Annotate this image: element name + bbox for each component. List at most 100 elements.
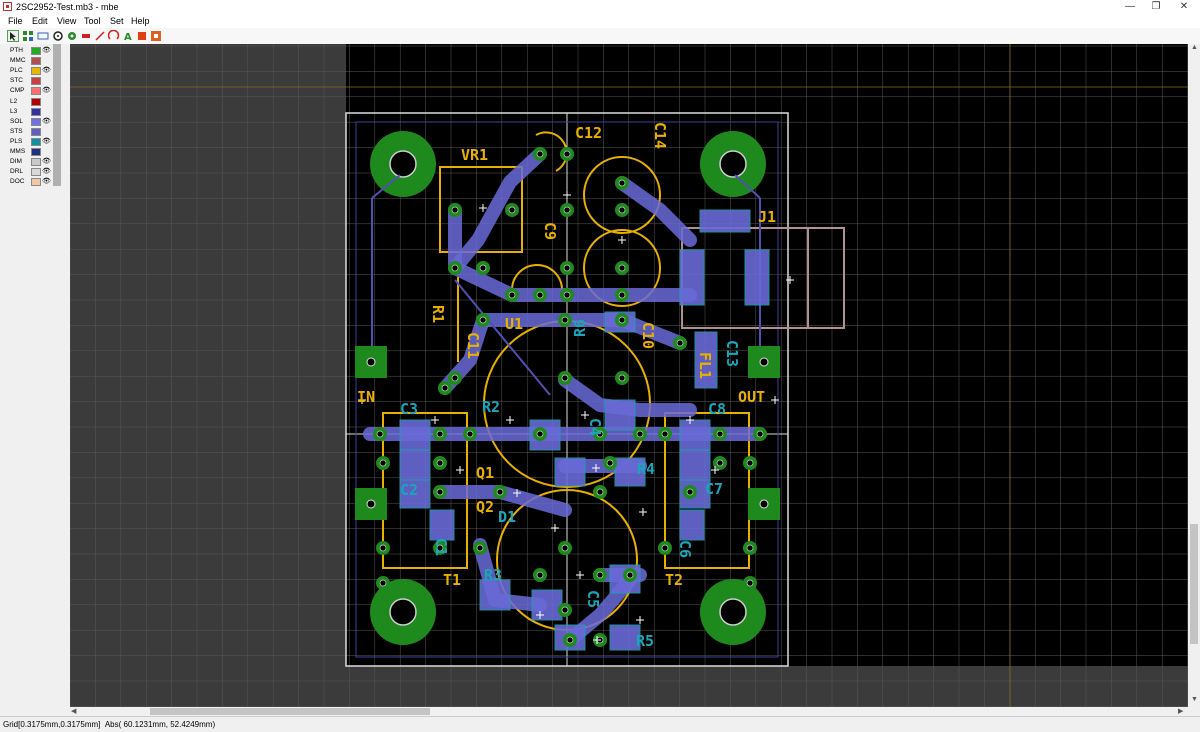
smd-pad (744, 249, 770, 306)
through-hole-pad (451, 206, 459, 214)
line-icon[interactable] (94, 30, 106, 42)
component-label: D1 (498, 508, 516, 526)
through-hole-pad (596, 488, 604, 496)
layer-name: MMC (10, 57, 26, 65)
text-icon[interactable]: A (122, 30, 134, 43)
via-icon[interactable] (66, 30, 78, 42)
layer-color-swatch[interactable] (31, 107, 41, 116)
component-label: OUT (738, 388, 765, 406)
through-hole-pad (476, 544, 484, 552)
part-icon[interactable] (150, 30, 162, 42)
through-hole-pad (376, 430, 384, 438)
eye-off-icon[interactable] (42, 97, 51, 107)
through-hole-pad (479, 316, 487, 324)
layer-name: CMP (10, 87, 25, 95)
layer-color-swatch[interactable] (31, 87, 41, 96)
eye-off-icon[interactable] (42, 147, 51, 157)
component-label: Q2 (476, 498, 494, 516)
through-hole-pad (379, 544, 387, 552)
through-hole-pad (618, 374, 626, 382)
menu-set[interactable]: Set (110, 16, 124, 26)
component-label: C6 (676, 540, 694, 558)
pcb-canvas[interactable]: VR1 C12 C14 J1 C9 R1 U1 C11 C10 FL1 C13 R6 IN OUT C3 R2… (69, 44, 1188, 707)
layer-name: SOL (10, 117, 24, 125)
arc-icon[interactable] (107, 29, 120, 42)
eye-icon[interactable]: 👁 (42, 157, 51, 167)
through-hole-pad (716, 459, 724, 467)
restore-button[interactable]: ❐ (1142, 0, 1170, 14)
eye-icon[interactable]: 👁 (42, 177, 51, 187)
menu-view[interactable]: View (57, 16, 76, 26)
scroll-up-icon[interactable]: ▲ (1191, 44, 1198, 51)
layer-name: DIM (10, 158, 22, 166)
through-hole-pad (561, 374, 569, 382)
layer-color-swatch[interactable] (31, 148, 41, 156)
minimize-button[interactable]: — (1116, 0, 1144, 14)
through-hole-pad (441, 384, 449, 392)
layer-color-swatch[interactable] (31, 168, 41, 177)
close-button[interactable]: ✕ (1170, 0, 1198, 14)
board-icon[interactable] (37, 30, 49, 42)
through-hole-pad (596, 571, 604, 579)
component-label: IN (357, 388, 375, 406)
eye-icon[interactable]: 👁 (42, 46, 51, 56)
fill-icon[interactable] (136, 30, 148, 42)
menu-file[interactable]: File (8, 16, 23, 26)
through-hole-pad (536, 430, 544, 438)
through-hole-pad (536, 150, 544, 158)
layer-color-swatch[interactable] (31, 137, 41, 146)
eye-icon[interactable]: 👁 (42, 86, 51, 96)
scroll-left-icon[interactable]: ◀ (71, 707, 76, 715)
layer-color-swatch[interactable] (31, 67, 41, 76)
component-label: T1 (443, 571, 461, 589)
through-hole-pad (561, 544, 569, 552)
menu-tool[interactable]: Tool (84, 16, 101, 26)
layer-panel-scrollbar[interactable] (53, 44, 61, 186)
toolbar: A (0, 28, 1200, 45)
status-bar: Grid[0.3175mm,0.3175mm] Abs( 60.1231mm, … (0, 716, 1200, 732)
move-icon[interactable] (22, 30, 34, 42)
layer-color-swatch[interactable] (31, 47, 41, 55)
layer-name: STS (10, 127, 23, 135)
layer-color-swatch[interactable] (31, 127, 41, 136)
layer-color-swatch[interactable] (31, 117, 41, 126)
smd-pad-icon[interactable] (80, 30, 92, 42)
horizontal-scroll-thumb[interactable] (150, 708, 430, 715)
component-label: C1 (432, 538, 450, 556)
scroll-down-icon[interactable]: ▼ (1191, 696, 1198, 703)
horizontal-scrollbar[interactable]: ◀ ▶ (70, 707, 1188, 716)
layer-name: PTH (10, 47, 23, 54)
through-hole-pad (618, 206, 626, 214)
eye-off-icon[interactable] (42, 56, 51, 66)
eye-icon[interactable]: 👁 (42, 137, 51, 147)
component-label: C13 (723, 340, 741, 367)
layer-color-swatch[interactable] (31, 57, 41, 66)
layer-color-swatch[interactable] (31, 77, 41, 86)
grid-readout: Grid[0.3175mm,0.3175mm] Abs( 60.1231mm, … (3, 720, 216, 729)
abs-coordinate-readout: Abs( 60.1231mm, 52.4249mm) (104, 720, 216, 729)
vertical-scroll-thumb[interactable] (1190, 524, 1198, 644)
menu-help[interactable]: Help (131, 16, 150, 26)
eye-off-icon[interactable] (42, 127, 51, 137)
smd-pad (699, 209, 751, 233)
layer-color-swatch[interactable] (31, 97, 41, 106)
eye-icon[interactable]: 👁 (42, 66, 51, 76)
title-bar: 2SC2952-Test.mb3 - mbe — ❐ ✕ (0, 0, 1200, 14)
vertical-scrollbar[interactable]: ▲ ▼ (1188, 44, 1200, 707)
pcb-drawing[interactable]: VR1 C12 C14 J1 C9 R1 U1 C11 C10 FL1 C13 R6 IN OUT C3 R2… (69, 44, 1188, 707)
component-label: C2 (400, 481, 418, 499)
component-label: R3 (484, 566, 502, 584)
menu-edit[interactable]: Edit (32, 16, 48, 26)
scroll-right-icon[interactable]: ▶ (1178, 707, 1183, 715)
eye-icon[interactable]: 👁 (42, 117, 51, 127)
eye-off-icon[interactable] (42, 107, 51, 117)
component-label: C3 (400, 400, 418, 418)
eye-off-icon[interactable] (42, 76, 51, 86)
select-icon[interactable] (7, 30, 19, 42)
eye-icon[interactable]: 👁 (42, 167, 51, 177)
pad-icon[interactable] (52, 30, 64, 42)
layer-color-swatch[interactable] (31, 178, 41, 187)
through-hole-pad (746, 579, 754, 587)
smd-pad (679, 509, 705, 541)
layer-color-swatch[interactable] (31, 158, 41, 167)
